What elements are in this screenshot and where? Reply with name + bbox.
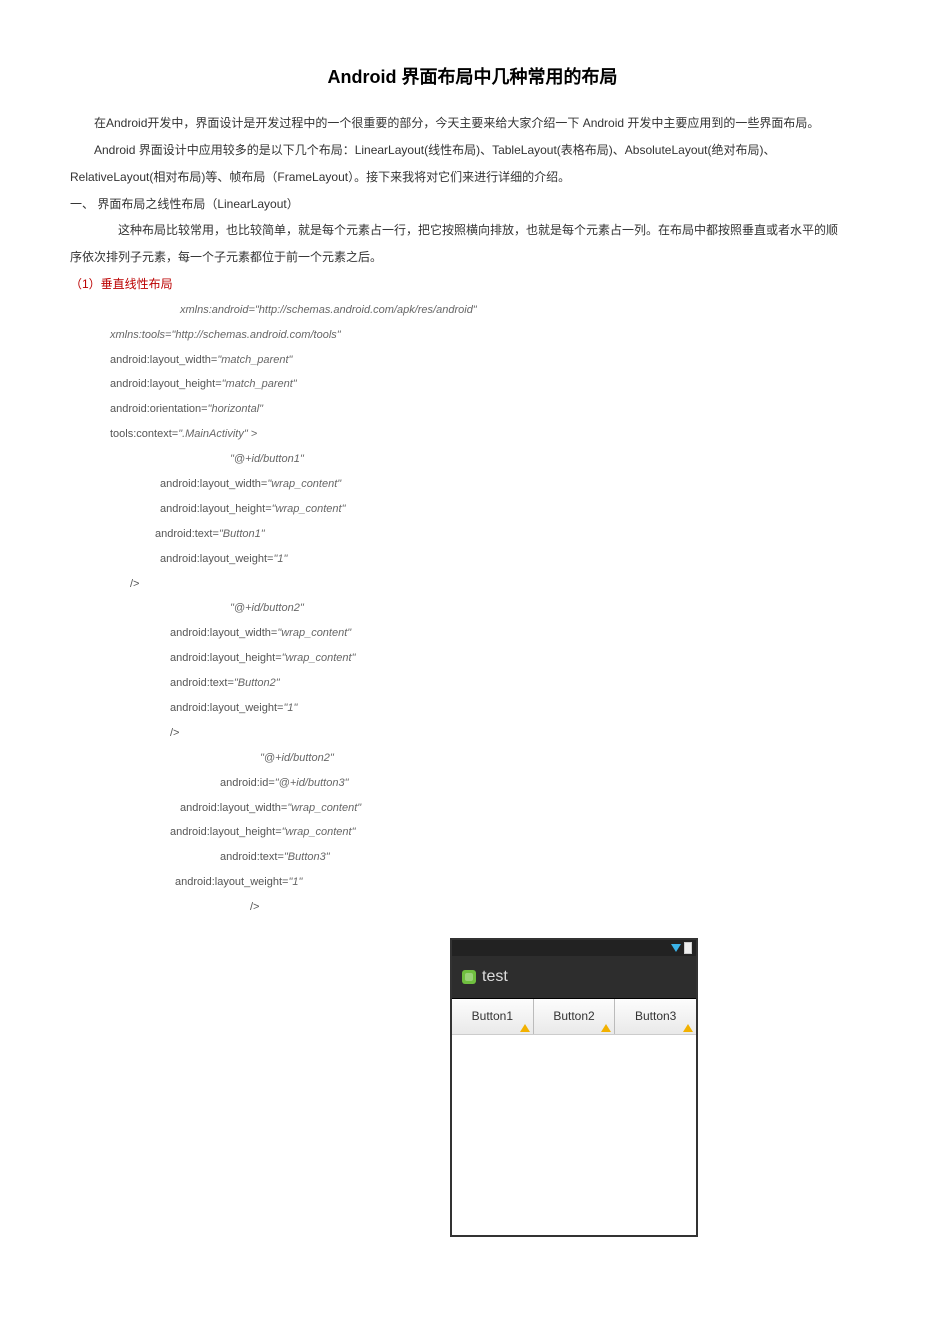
code-line: "@+id/button2" [70, 748, 875, 769]
phone-body [452, 1035, 696, 1235]
phone-statusbar [452, 940, 696, 956]
warning-icon [683, 1024, 693, 1032]
subsection-heading: （1）垂直线性布局 [70, 273, 875, 296]
code-line: android:layout_height="wrap_content" [70, 499, 875, 520]
phone-preview: test Button1 Button2 Button3 [450, 938, 698, 1237]
phone-button-row: Button1 Button2 Button3 [452, 999, 696, 1035]
warning-icon [520, 1024, 530, 1032]
code-line: android:text="Button1" [70, 524, 875, 545]
preview-button-label: Button2 [553, 1009, 594, 1023]
signal-icon [671, 944, 681, 952]
code-line: android:layout_weight="1" [70, 549, 875, 570]
app-icon [462, 970, 476, 984]
code-line: xmlns:tools="http://schemas.android.com/… [70, 325, 875, 346]
paragraph: 这种布局比较常用，也比较简单，就是每个元素占一行，把它按照横向排放，也就是每个元… [70, 219, 875, 242]
preview-button-3[interactable]: Button3 [615, 999, 696, 1034]
preview-button-2[interactable]: Button2 [534, 999, 616, 1034]
code-line: android:text="Button2" [70, 673, 875, 694]
code-line: android:layout_width="match_parent" [70, 350, 875, 371]
code-line: xmlns:android="http://schemas.android.co… [70, 300, 875, 321]
code-line: android:layout_weight="1" [70, 872, 875, 893]
code-line: android:layout_height="match_parent" [70, 374, 875, 395]
warning-icon [601, 1024, 611, 1032]
code-line: android:layout_weight="1" [70, 698, 875, 719]
code-line: android:layout_height="wrap_content" [70, 822, 875, 843]
code-line: "@+id/button1" [70, 449, 875, 470]
code-line: tools:context=".MainActivity" > [70, 424, 875, 445]
code-line: android:layout_width="wrap_content" [70, 623, 875, 644]
app-title: test [482, 962, 508, 992]
code-line: /> [70, 897, 875, 918]
battery-icon [684, 942, 692, 954]
code-line: android:orientation="horizontal" [70, 399, 875, 420]
paragraph: 在Android开发中，界面设计是开发过程中的一个很重要的部分，今天主要来给大家… [70, 112, 875, 135]
code-line: android:text="Button3" [70, 847, 875, 868]
paragraph: Android 界面设计中应用较多的是以下几个布局：LinearLayout(线… [70, 139, 875, 162]
document-page: Android 界面布局中几种常用的布局 在Android开发中，界面设计是开发… [0, 0, 945, 1277]
code-line: /> [70, 574, 875, 595]
code-line: /> [70, 723, 875, 744]
page-title: Android 界面布局中几种常用的布局 [70, 60, 875, 94]
section-heading-1: 一、 界面布局之线性布局（LinearLayout） [70, 193, 875, 216]
preview-button-label: Button1 [472, 1009, 513, 1023]
code-line: android:layout_width="wrap_content" [70, 798, 875, 819]
code-line: android:layout_width="wrap_content" [70, 474, 875, 495]
code-line: "@+id/button2" [70, 598, 875, 619]
paragraph: RelativeLayout(相对布局)等、帧布局（FrameLayout）。接… [70, 166, 875, 189]
code-block: xmlns:android="http://schemas.android.co… [70, 300, 875, 918]
preview-button-label: Button3 [635, 1009, 676, 1023]
code-line: android:id="@+id/button3" [70, 773, 875, 794]
paragraph: 序依次排列子元素，每一个子元素都位于前一个元素之后。 [70, 246, 875, 269]
preview-button-1[interactable]: Button1 [452, 999, 534, 1034]
phone-titlebar: test [452, 956, 696, 999]
code-line: android:layout_height="wrap_content" [70, 648, 875, 669]
